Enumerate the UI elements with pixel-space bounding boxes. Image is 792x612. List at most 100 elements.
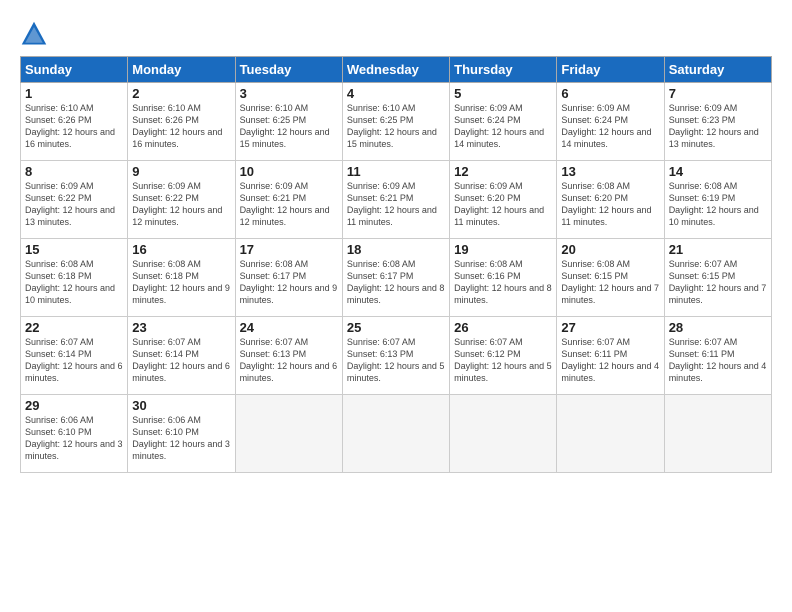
logo-icon [20,20,48,48]
day-info: Sunrise: 6:08 AMSunset: 6:18 PMDaylight:… [25,259,115,305]
calendar-cell: 16 Sunrise: 6:08 AMSunset: 6:18 PMDaylig… [128,239,235,317]
calendar-cell: 27 Sunrise: 6:07 AMSunset: 6:11 PMDaylig… [557,317,664,395]
day-info: Sunrise: 6:07 AMSunset: 6:14 PMDaylight:… [132,337,230,383]
week-row-1: 1 Sunrise: 6:10 AMSunset: 6:26 PMDayligh… [21,83,772,161]
day-info: Sunrise: 6:09 AMSunset: 6:21 PMDaylight:… [347,181,437,227]
day-number: 7 [669,86,767,101]
col-header-tuesday: Tuesday [235,57,342,83]
day-info: Sunrise: 6:07 AMSunset: 6:11 PMDaylight:… [561,337,659,383]
col-header-thursday: Thursday [450,57,557,83]
day-info: Sunrise: 6:08 AMSunset: 6:20 PMDaylight:… [561,181,651,227]
day-info: Sunrise: 6:10 AMSunset: 6:26 PMDaylight:… [132,103,222,149]
calendar-cell: 26 Sunrise: 6:07 AMSunset: 6:12 PMDaylig… [450,317,557,395]
day-info: Sunrise: 6:08 AMSunset: 6:18 PMDaylight:… [132,259,230,305]
day-info: Sunrise: 6:07 AMSunset: 6:15 PMDaylight:… [669,259,767,305]
day-number: 5 [454,86,552,101]
day-number: 8 [25,164,123,179]
day-info: Sunrise: 6:09 AMSunset: 6:20 PMDaylight:… [454,181,544,227]
day-number: 14 [669,164,767,179]
calendar-cell [342,395,449,473]
day-number: 11 [347,164,445,179]
day-info: Sunrise: 6:08 AMSunset: 6:19 PMDaylight:… [669,181,759,227]
calendar-cell: 24 Sunrise: 6:07 AMSunset: 6:13 PMDaylig… [235,317,342,395]
col-header-friday: Friday [557,57,664,83]
calendar-cell: 5 Sunrise: 6:09 AMSunset: 6:24 PMDayligh… [450,83,557,161]
calendar-cell: 13 Sunrise: 6:08 AMSunset: 6:20 PMDaylig… [557,161,664,239]
calendar-cell: 30 Sunrise: 6:06 AMSunset: 6:10 PMDaylig… [128,395,235,473]
calendar-cell: 15 Sunrise: 6:08 AMSunset: 6:18 PMDaylig… [21,239,128,317]
calendar-cell: 2 Sunrise: 6:10 AMSunset: 6:26 PMDayligh… [128,83,235,161]
day-number: 30 [132,398,230,413]
calendar-cell: 4 Sunrise: 6:10 AMSunset: 6:25 PMDayligh… [342,83,449,161]
day-number: 22 [25,320,123,335]
week-row-5: 29 Sunrise: 6:06 AMSunset: 6:10 PMDaylig… [21,395,772,473]
day-info: Sunrise: 6:09 AMSunset: 6:24 PMDaylight:… [454,103,544,149]
day-number: 13 [561,164,659,179]
header [20,16,772,48]
calendar-cell: 9 Sunrise: 6:09 AMSunset: 6:22 PMDayligh… [128,161,235,239]
day-info: Sunrise: 6:08 AMSunset: 6:16 PMDaylight:… [454,259,552,305]
calendar-cell: 12 Sunrise: 6:09 AMSunset: 6:20 PMDaylig… [450,161,557,239]
day-info: Sunrise: 6:07 AMSunset: 6:12 PMDaylight:… [454,337,552,383]
calendar-cell [235,395,342,473]
day-info: Sunrise: 6:08 AMSunset: 6:17 PMDaylight:… [240,259,338,305]
calendar-cell: 8 Sunrise: 6:09 AMSunset: 6:22 PMDayligh… [21,161,128,239]
calendar-cell: 22 Sunrise: 6:07 AMSunset: 6:14 PMDaylig… [21,317,128,395]
day-number: 29 [25,398,123,413]
day-info: Sunrise: 6:07 AMSunset: 6:14 PMDaylight:… [25,337,123,383]
calendar-cell: 23 Sunrise: 6:07 AMSunset: 6:14 PMDaylig… [128,317,235,395]
day-info: Sunrise: 6:08 AMSunset: 6:17 PMDaylight:… [347,259,445,305]
day-number: 21 [669,242,767,257]
day-info: Sunrise: 6:07 AMSunset: 6:11 PMDaylight:… [669,337,767,383]
calendar-cell: 6 Sunrise: 6:09 AMSunset: 6:24 PMDayligh… [557,83,664,161]
day-number: 16 [132,242,230,257]
calendar-cell: 7 Sunrise: 6:09 AMSunset: 6:23 PMDayligh… [664,83,771,161]
day-info: Sunrise: 6:09 AMSunset: 6:22 PMDaylight:… [132,181,222,227]
day-number: 10 [240,164,338,179]
day-number: 1 [25,86,123,101]
day-number: 4 [347,86,445,101]
calendar-cell [450,395,557,473]
calendar-table: SundayMondayTuesdayWednesdayThursdayFrid… [20,56,772,473]
day-number: 9 [132,164,230,179]
day-info: Sunrise: 6:06 AMSunset: 6:10 PMDaylight:… [132,415,230,461]
week-row-4: 22 Sunrise: 6:07 AMSunset: 6:14 PMDaylig… [21,317,772,395]
col-header-wednesday: Wednesday [342,57,449,83]
day-info: Sunrise: 6:06 AMSunset: 6:10 PMDaylight:… [25,415,123,461]
day-info: Sunrise: 6:10 AMSunset: 6:25 PMDaylight:… [347,103,437,149]
day-number: 19 [454,242,552,257]
calendar-cell [664,395,771,473]
calendar-cell: 21 Sunrise: 6:07 AMSunset: 6:15 PMDaylig… [664,239,771,317]
calendar-page: SundayMondayTuesdayWednesdayThursdayFrid… [0,0,792,483]
calendar-cell: 1 Sunrise: 6:10 AMSunset: 6:26 PMDayligh… [21,83,128,161]
day-number: 20 [561,242,659,257]
logo [20,20,52,48]
day-number: 18 [347,242,445,257]
day-number: 28 [669,320,767,335]
week-row-3: 15 Sunrise: 6:08 AMSunset: 6:18 PMDaylig… [21,239,772,317]
calendar-cell [557,395,664,473]
calendar-cell: 10 Sunrise: 6:09 AMSunset: 6:21 PMDaylig… [235,161,342,239]
calendar-cell: 28 Sunrise: 6:07 AMSunset: 6:11 PMDaylig… [664,317,771,395]
day-number: 12 [454,164,552,179]
calendar-cell: 25 Sunrise: 6:07 AMSunset: 6:13 PMDaylig… [342,317,449,395]
calendar-cell: 11 Sunrise: 6:09 AMSunset: 6:21 PMDaylig… [342,161,449,239]
calendar-header-row: SundayMondayTuesdayWednesdayThursdayFrid… [21,57,772,83]
col-header-monday: Monday [128,57,235,83]
day-number: 24 [240,320,338,335]
calendar-cell: 17 Sunrise: 6:08 AMSunset: 6:17 PMDaylig… [235,239,342,317]
week-row-2: 8 Sunrise: 6:09 AMSunset: 6:22 PMDayligh… [21,161,772,239]
day-info: Sunrise: 6:10 AMSunset: 6:26 PMDaylight:… [25,103,115,149]
calendar-cell: 18 Sunrise: 6:08 AMSunset: 6:17 PMDaylig… [342,239,449,317]
day-number: 23 [132,320,230,335]
day-number: 17 [240,242,338,257]
col-header-sunday: Sunday [21,57,128,83]
day-info: Sunrise: 6:10 AMSunset: 6:25 PMDaylight:… [240,103,330,149]
day-number: 26 [454,320,552,335]
calendar-cell: 20 Sunrise: 6:08 AMSunset: 6:15 PMDaylig… [557,239,664,317]
day-number: 3 [240,86,338,101]
day-number: 15 [25,242,123,257]
day-info: Sunrise: 6:08 AMSunset: 6:15 PMDaylight:… [561,259,659,305]
calendar-cell: 3 Sunrise: 6:10 AMSunset: 6:25 PMDayligh… [235,83,342,161]
day-info: Sunrise: 6:09 AMSunset: 6:22 PMDaylight:… [25,181,115,227]
